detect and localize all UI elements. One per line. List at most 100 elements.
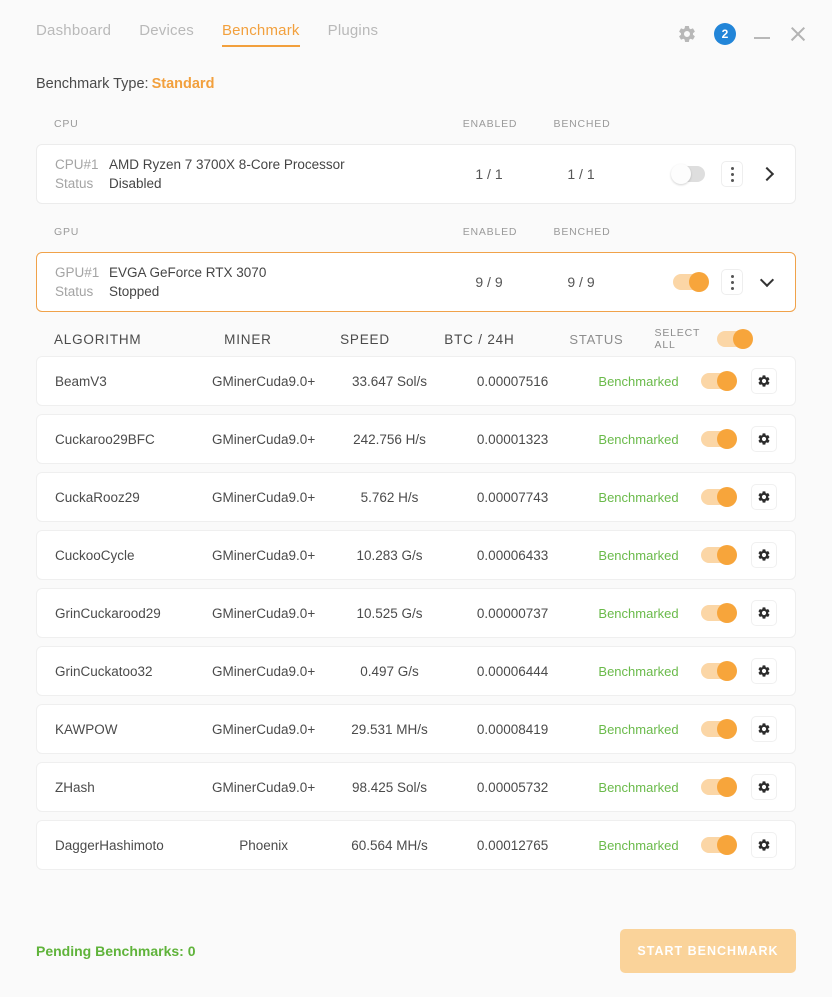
window-controls: 2: [676, 23, 808, 45]
cell-btc-24h: 0.00007516: [476, 373, 549, 389]
status-badge: Benchmarked: [598, 547, 679, 563]
row-enable-toggle[interactable]: [701, 429, 737, 449]
select-all-toggle[interactable]: [716, 329, 753, 349]
start-benchmark-button[interactable]: START BENCHMARK: [620, 929, 796, 973]
row-controls: [701, 368, 777, 394]
dot: [730, 172, 734, 176]
benchmark-type-label: Benchmark Type:: [36, 76, 149, 92]
cpu-kebab-menu-icon[interactable]: [721, 161, 743, 187]
table-row[interactable]: BeamV3 GMinerCuda9.0+ 33.647 Sol/s 0.000075…: [36, 356, 796, 406]
cell-miner: Phoenix: [239, 837, 288, 853]
cell-btc-24h: 0.00001323: [476, 431, 549, 447]
gpu-chevron-down-icon[interactable]: [759, 273, 777, 291]
cell-algorithm: BeamV3: [55, 373, 107, 389]
table-row[interactable]: GrinCuckarood29 GMinerCuda9.0+ 10.525 G/s 0…: [36, 588, 796, 638]
table-row[interactable]: ZHash GMinerCuda9.0+ 98.425 Sol/s 0.0000573…: [36, 762, 796, 812]
row-gear-icon[interactable]: [751, 716, 777, 742]
cell-algorithm: GrinCuckarood29: [55, 605, 161, 621]
cell-btc-24h: 0.00005732: [476, 779, 549, 795]
benchmark-type-value[interactable]: Standard: [152, 76, 215, 92]
cell-btc-24h: 0.00008419: [476, 721, 549, 737]
benchmark-window: Dashboard Devices Benchmark Plugins 2 Be…: [0, 0, 832, 997]
table-row[interactable]: CuckooCycle GMinerCuda9.0+ 10.283 G/s 0.000…: [36, 530, 796, 580]
gpu-device-card[interactable]: GPU#1 EVGA GeForce RTX 3070 Status Stopp…: [36, 252, 796, 312]
table-row[interactable]: CuckaRooz29 GMinerCuda9.0+ 5.762 H/s 0.0000…: [36, 472, 796, 522]
table-row[interactable]: DaggerHashimoto Phoenix 60.564 MH/s 0.00012…: [36, 820, 796, 870]
row-gear-icon[interactable]: [751, 774, 777, 800]
row-controls: [701, 426, 777, 452]
cell-btc-24h: 0.00007743: [476, 489, 549, 505]
tab-dashboard[interactable]: Dashboard: [36, 22, 111, 47]
cpu-device-status-line: Status Disabled: [55, 174, 443, 193]
close-icon[interactable]: [788, 24, 808, 44]
status-badge: Benchmarked: [598, 431, 679, 447]
row-gear-icon[interactable]: [751, 542, 777, 568]
tab-devices[interactable]: Devices: [139, 22, 194, 47]
row-enable-toggle[interactable]: [701, 777, 737, 797]
settings-gear-icon[interactable]: [676, 23, 698, 45]
row-gear-icon[interactable]: [751, 658, 777, 684]
cpu-header-benched: BENCHED: [553, 118, 611, 130]
header-algorithm: ALGORITHM: [54, 331, 142, 347]
row-enable-toggle[interactable]: [701, 603, 737, 623]
cpu-device-controls: [627, 161, 777, 187]
tab-benchmark[interactable]: Benchmark: [221, 22, 300, 47]
nav-tabs: Dashboard Devices Benchmark Plugins: [36, 22, 676, 47]
row-gear-icon[interactable]: [751, 832, 777, 858]
notification-badge[interactable]: 2: [714, 23, 736, 45]
status-badge: Benchmarked: [598, 373, 679, 389]
row-controls: [701, 716, 777, 742]
row-enable-toggle[interactable]: [701, 545, 737, 565]
cell-miner: GMinerCuda9.0+: [212, 489, 316, 505]
cell-algorithm: CuckooCycle: [55, 547, 135, 563]
minimize-icon[interactable]: [752, 24, 772, 44]
gpu-status-value: Stopped: [109, 284, 160, 299]
tab-plugins[interactable]: Plugins: [328, 22, 379, 47]
cell-btc-24h: 0.00006433: [476, 547, 549, 563]
gpu-header-benched: BENCHED: [553, 226, 611, 238]
cpu-chevron-right-icon[interactable]: [759, 165, 777, 183]
cpu-benched-count: 1 / 1: [567, 166, 595, 182]
gpu-header-label: GPU: [54, 226, 80, 238]
row-enable-toggle[interactable]: [701, 835, 737, 855]
table-row[interactable]: Cuckaroo29BFC GMinerCuda9.0+ 242.756 H/s 0.…: [36, 414, 796, 464]
dot: [730, 274, 734, 278]
table-row[interactable]: KAWPOW GMinerCuda9.0+ 29.531 MH/s 0.0000841…: [36, 704, 796, 754]
row-enable-toggle[interactable]: [701, 661, 737, 681]
footer-bar: Pending Benchmarks: 0 START BENCHMARK: [0, 905, 832, 997]
row-gear-icon[interactable]: [751, 368, 777, 394]
select-all-label: SELECT ALL: [654, 327, 701, 351]
gpu-device-name-line: GPU#1 EVGA GeForce RTX 3070: [55, 263, 443, 282]
gpu-enable-toggle[interactable]: [673, 272, 709, 292]
cpu-enable-toggle[interactable]: [671, 164, 705, 184]
header-miner: MINER: [224, 331, 272, 347]
gpu-device-name: EVGA GeForce RTX 3070: [109, 265, 267, 280]
gpu-benched-count: 9 / 9: [567, 274, 595, 290]
table-row[interactable]: GrinCuckatoo32 GMinerCuda9.0+ 0.497 G/s 0.0…: [36, 646, 796, 696]
cell-speed: 98.425 Sol/s: [352, 779, 428, 795]
cell-algorithm: CuckaRooz29: [55, 489, 140, 505]
toggle-knob: [717, 603, 737, 623]
row-gear-icon[interactable]: [751, 426, 777, 452]
cpu-device-card[interactable]: CPU#1 AMD Ryzen 7 3700X 8-Core Processor…: [36, 144, 796, 204]
gpu-kebab-menu-icon[interactable]: [721, 269, 743, 295]
toggle-knob: [689, 272, 709, 292]
cell-speed: 242.756 H/s: [353, 431, 426, 447]
toggle-knob: [717, 371, 737, 391]
cpu-device-name: AMD Ryzen 7 3700X 8-Core Processor: [109, 157, 345, 172]
cell-miner: GMinerCuda9.0+: [212, 663, 316, 679]
toggle-knob: [717, 545, 737, 565]
row-gear-icon[interactable]: [751, 484, 777, 510]
toggle-knob: [717, 429, 737, 449]
cell-btc-24h: 0.00012765: [476, 837, 549, 853]
pending-benchmarks-label: Pending Benchmarks: 0: [36, 943, 196, 959]
cell-speed: 10.525 G/s: [356, 605, 423, 621]
cpu-column-headers: CPU ENABLED BENCHED: [36, 110, 796, 138]
row-enable-toggle[interactable]: [701, 719, 737, 739]
row-enable-toggle[interactable]: [701, 371, 737, 391]
gpu-section: GPU ENABLED BENCHED GPU#1 EVGA GeForce R…: [0, 218, 832, 312]
row-gear-icon[interactable]: [751, 600, 777, 626]
row-controls: [701, 832, 777, 858]
row-enable-toggle[interactable]: [701, 487, 737, 507]
